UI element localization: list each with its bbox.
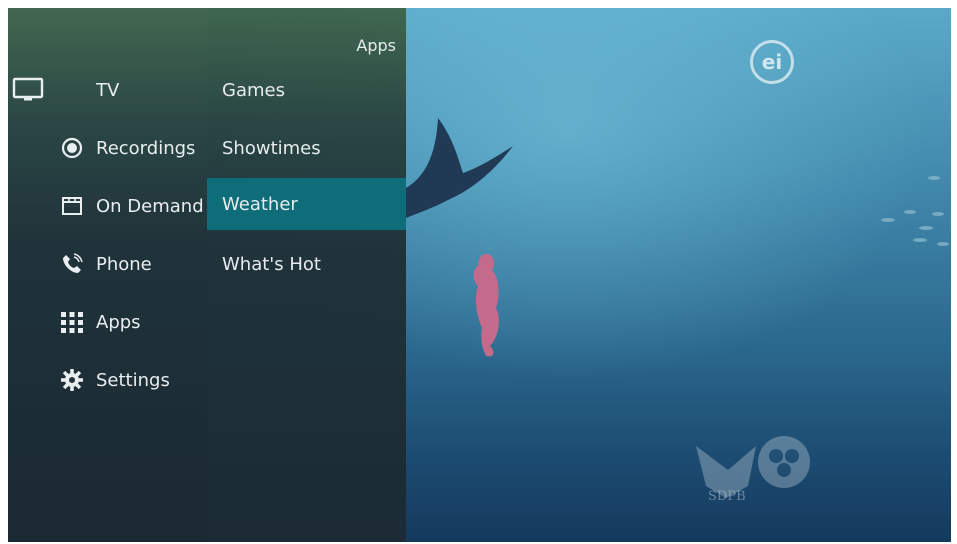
apps-submenu: Apps Games Showtimes Weather What's Hot (207, 8, 406, 542)
menu-item-settings[interactable]: Settings (54, 360, 170, 400)
menu-item-apps[interactable]: Apps (54, 302, 141, 342)
menu-item-label: On Demand (96, 195, 204, 217)
menu-item-tv[interactable]: TV (12, 70, 120, 110)
record-icon (59, 135, 85, 161)
menu-item-label: Phone (96, 253, 152, 275)
fin-shape (406, 118, 513, 218)
tv-screen: SDPB ei TV Recordings On Demand Phone Ap… (8, 8, 951, 542)
grid-icon (59, 309, 85, 335)
film-icon (59, 193, 85, 219)
submenu-item-weather[interactable]: Weather (207, 178, 406, 230)
phone-icon (59, 251, 85, 277)
gear-icon (59, 367, 85, 393)
submenu-item-showtimes[interactable]: Showtimes (207, 122, 406, 174)
menu-item-label: Apps (96, 311, 141, 333)
seahorse-shape (473, 254, 499, 357)
main-menu: TV Recordings On Demand Phone Apps Setti… (8, 8, 207, 542)
submenu-item-whats-hot[interactable]: What's Hot (207, 238, 406, 290)
menu-item-recordings[interactable]: Recordings (54, 128, 195, 168)
submenu-item-games[interactable]: Games (207, 64, 406, 116)
menu-item-label: Recordings (96, 137, 196, 159)
menu-item-on-demand[interactable]: On Demand (54, 186, 204, 226)
watermark-text: SDPB (708, 489, 746, 504)
menu-item-phone[interactable]: Phone (54, 244, 152, 284)
tv-icon (12, 77, 44, 103)
submenu-title: Apps (356, 36, 396, 55)
menu-item-label: TV (96, 79, 120, 101)
menu-item-label: Settings (96, 369, 170, 391)
ei-logo: ei (750, 40, 794, 84)
